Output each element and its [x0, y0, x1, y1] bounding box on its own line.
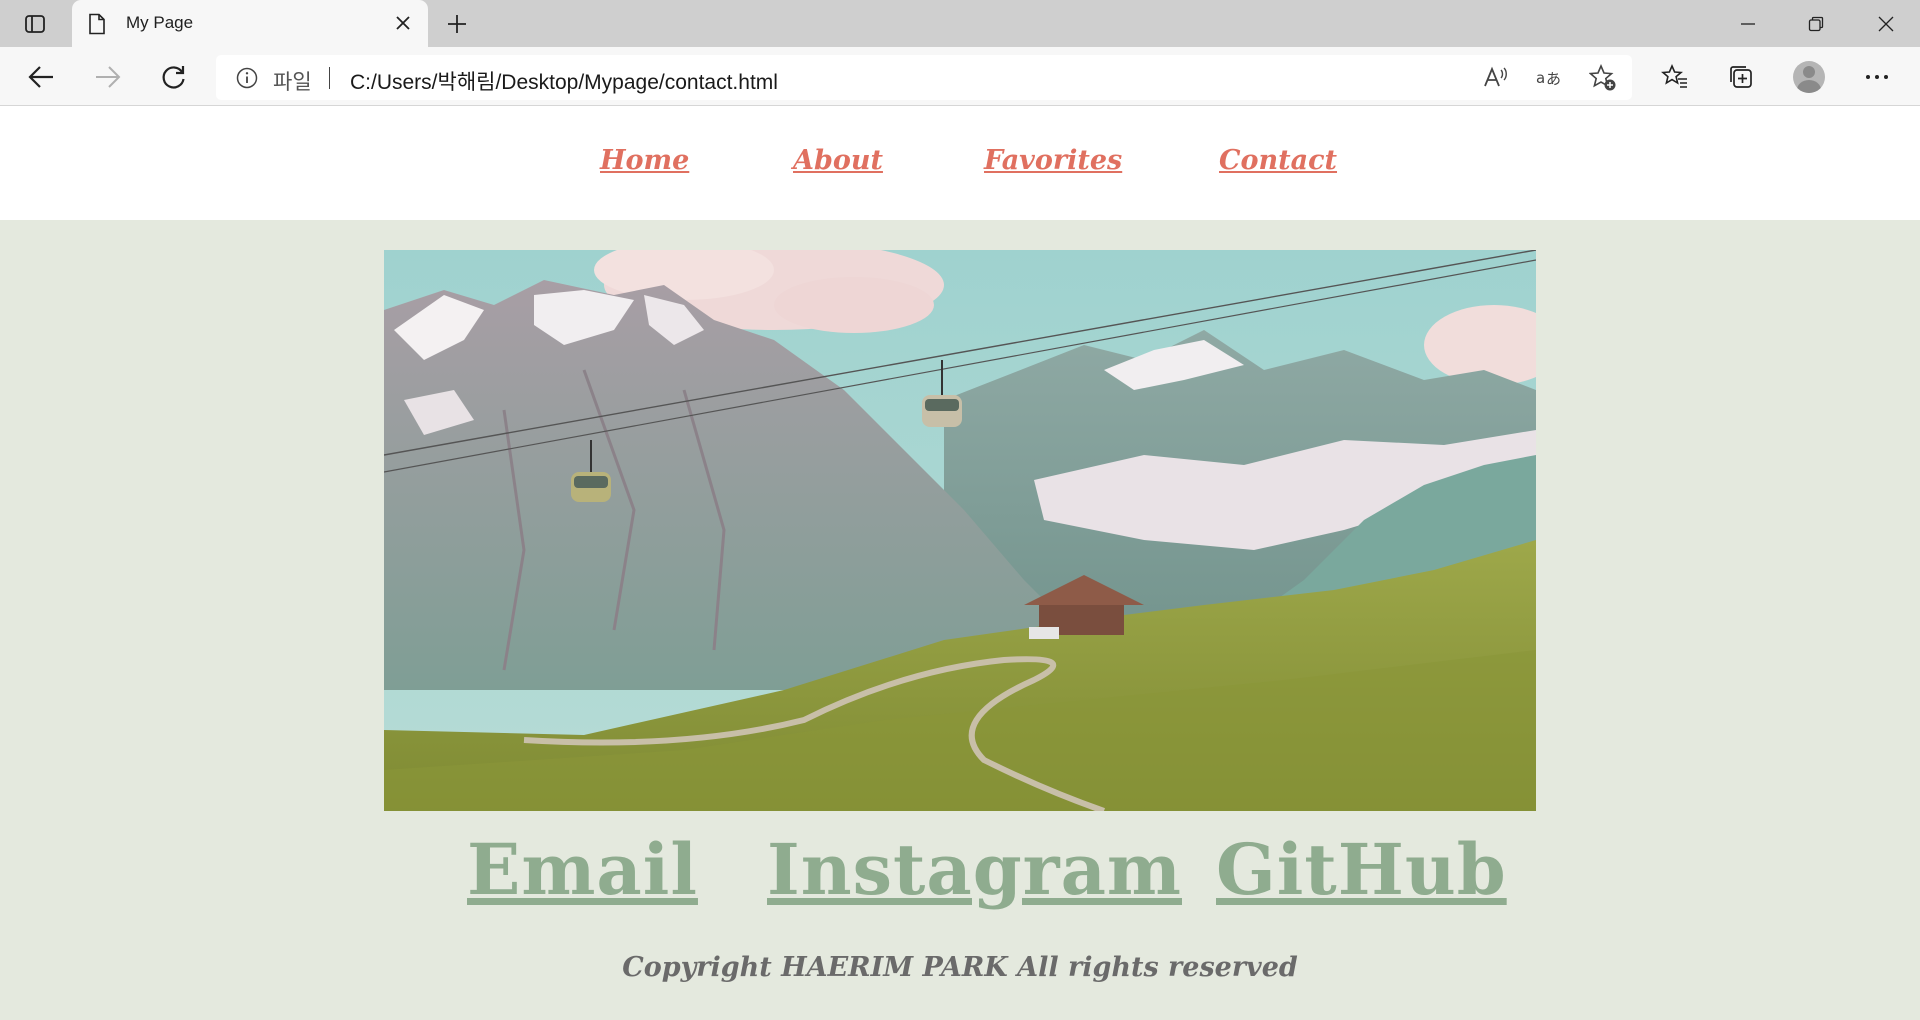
restore-icon[interactable] — [1782, 0, 1850, 47]
profile-button[interactable] — [1790, 58, 1828, 96]
address-separator — [329, 67, 330, 89]
avatar — [1793, 61, 1825, 93]
add-favorite-icon[interactable] — [1588, 63, 1618, 93]
address-bar[interactable]: 파일 C:/Users/박해림/Desktop/Mypage/contact.h… — [216, 55, 1632, 100]
github-link[interactable]: GitHub — [1216, 828, 1507, 911]
refresh-icon[interactable] — [155, 58, 193, 96]
site-nav: Home About Favorites Contact — [0, 106, 1920, 220]
email-link[interactable]: Email — [467, 828, 698, 911]
more-icon[interactable] — [1858, 58, 1896, 96]
collections-icon[interactable] — [1722, 58, 1760, 96]
favorites-icon[interactable] — [1656, 58, 1694, 96]
read-aloud-icon[interactable] — [1480, 63, 1510, 93]
nav-about-link[interactable]: About — [793, 145, 883, 176]
tab-title: My Page — [126, 13, 194, 32]
url-text[interactable]: C:/Users/박해림/Desktop/Mypage/contact.html — [350, 66, 778, 96]
instagram-link[interactable]: Instagram — [767, 828, 1182, 911]
svg-text:a: a — [1536, 69, 1545, 87]
close-window-icon[interactable] — [1852, 0, 1920, 47]
nav-home-link[interactable]: Home — [600, 145, 689, 176]
translate-icon[interactable]: aあ — [1534, 63, 1564, 93]
page-icon — [87, 13, 107, 35]
hero-image — [384, 250, 1536, 811]
nav-favorites-link[interactable]: Favorites — [984, 145, 1122, 176]
browser-tab[interactable]: My Page — [72, 0, 428, 47]
forward-arrow-icon[interactable] — [89, 58, 127, 96]
close-icon[interactable] — [390, 10, 416, 36]
browser-tabstrip: My Page — [0, 0, 1920, 47]
back-arrow-icon[interactable] — [22, 58, 60, 96]
minimize-icon[interactable] — [1714, 0, 1782, 47]
plus-icon[interactable] — [442, 9, 472, 39]
tab-actions-icon[interactable] — [20, 10, 50, 38]
nav-contact-link[interactable]: Contact — [1219, 145, 1337, 176]
site-label: 파일 — [273, 71, 312, 94]
copyright-text: Copyright HAERIM PARK All rights reserve… — [622, 952, 1298, 983]
svg-text:あ: あ — [1546, 70, 1561, 88]
browser-toolbar: 파일 C:/Users/박해림/Desktop/Mypage/contact.h… — [0, 47, 1920, 106]
info-icon[interactable] — [236, 67, 258, 89]
